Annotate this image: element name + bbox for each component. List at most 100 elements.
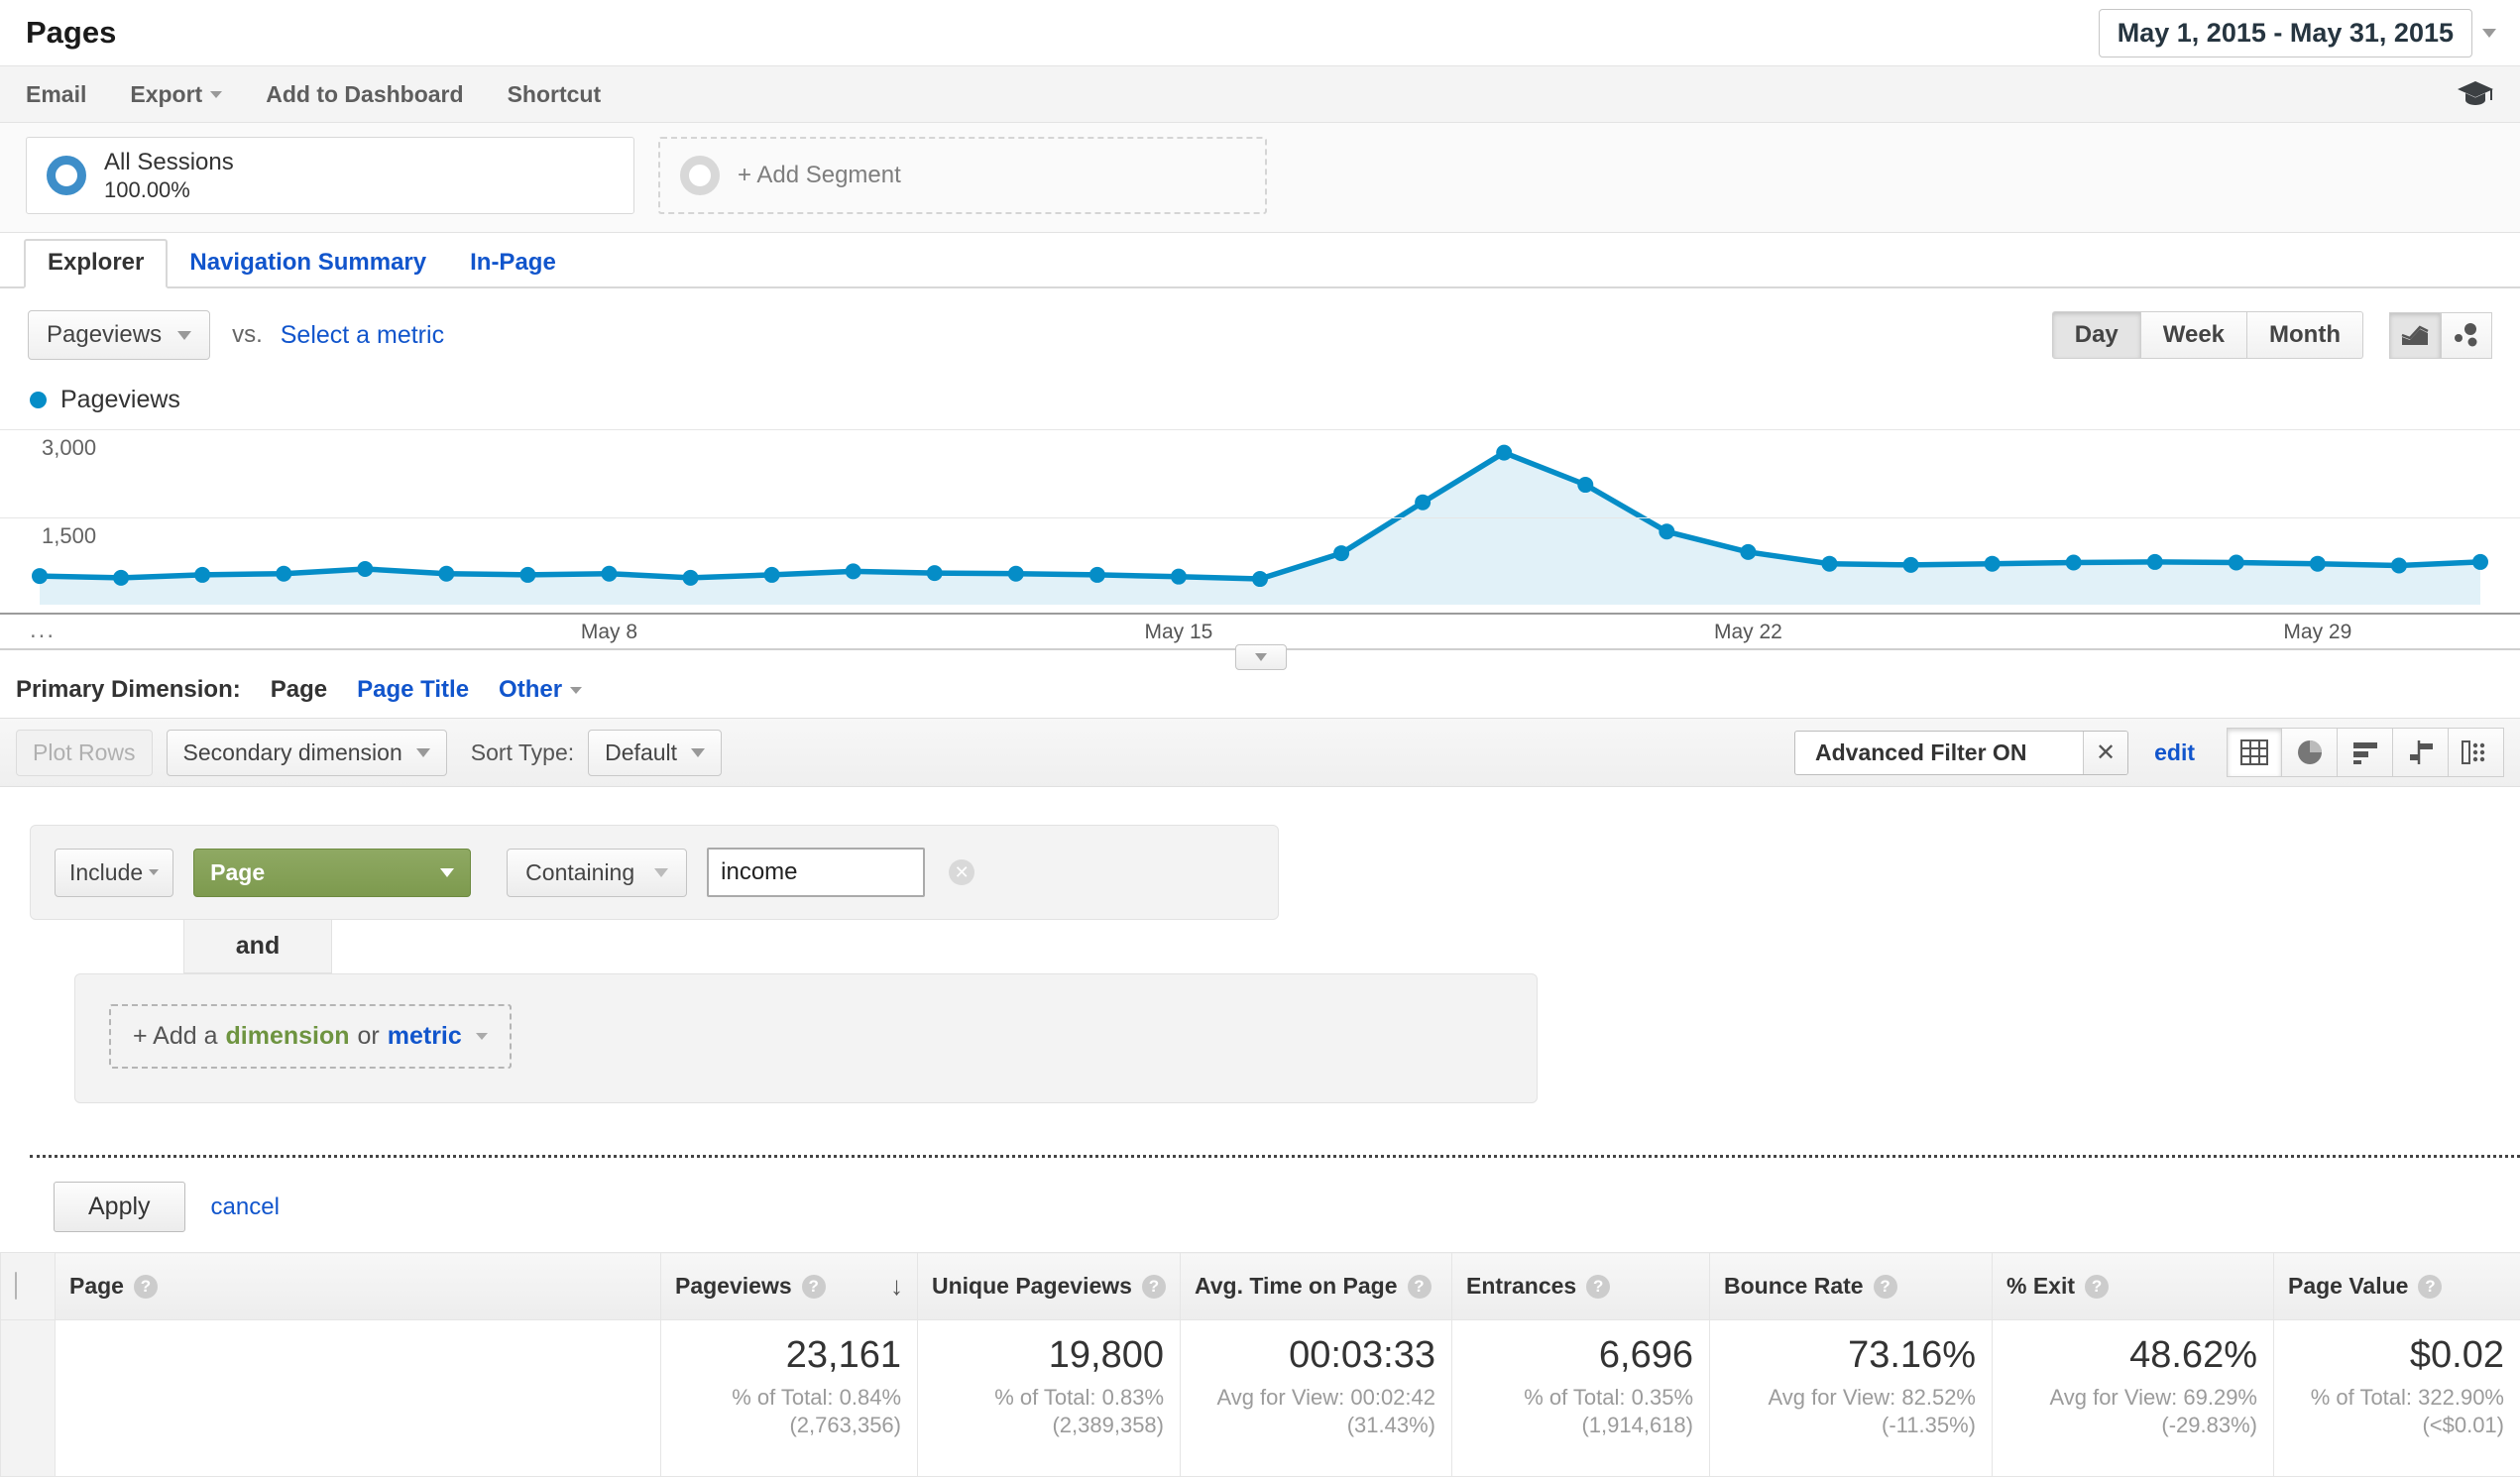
chart-data-point[interactable] xyxy=(113,570,129,586)
chart-data-point[interactable] xyxy=(846,563,861,579)
export-button[interactable]: Export xyxy=(130,81,222,108)
granularity-day-button[interactable]: Day xyxy=(2052,311,2141,359)
col-header-page-value[interactable]: Page Value xyxy=(2288,1273,2408,1300)
remove-filter-icon[interactable]: ✕ xyxy=(949,859,974,885)
tab-explorer[interactable]: Explorer xyxy=(24,239,168,288)
education-cap-icon[interactable] xyxy=(2457,79,2494,109)
chart-data-point[interactable] xyxy=(927,565,943,581)
add-dimension-or-metric-button[interactable]: + Add a dimension or metric xyxy=(109,1004,512,1069)
segment-all-sessions[interactable]: All Sessions 100.00% xyxy=(26,137,634,214)
metric-dropdown[interactable]: Pageviews xyxy=(28,310,210,360)
chart-data-point[interactable] xyxy=(764,567,780,583)
chart-data-point[interactable] xyxy=(1008,566,1024,582)
x-axis-tick-label: May 22 xyxy=(1714,621,1782,644)
granularity-month-button[interactable]: Month xyxy=(2247,311,2363,359)
apply-button[interactable]: Apply xyxy=(54,1182,185,1232)
chart-data-point[interactable] xyxy=(194,567,210,583)
chart-data-point[interactable] xyxy=(276,566,291,582)
pivot-view-icon[interactable] xyxy=(2449,728,2504,777)
chart-data-point[interactable] xyxy=(1252,571,1268,587)
chart-data-point[interactable] xyxy=(357,561,373,577)
plot-rows-button[interactable]: Plot Rows xyxy=(16,730,153,776)
edit-filter-link[interactable]: edit xyxy=(2154,739,2195,766)
chart-data-point[interactable] xyxy=(1985,556,2001,572)
help-icon[interactable]: ? xyxy=(2085,1275,2109,1299)
col-header-bounce-rate[interactable]: Bounce Rate xyxy=(1724,1273,1864,1300)
performance-view-icon[interactable] xyxy=(2338,728,2393,777)
add-segment-label: + Add Segment xyxy=(738,162,901,189)
chart-data-point[interactable] xyxy=(2391,557,2407,573)
date-range-picker[interactable]: May 1, 2015 - May 31, 2015 xyxy=(2099,9,2496,57)
chart-data-point[interactable] xyxy=(2229,555,2244,571)
chart-data-point[interactable] xyxy=(2472,554,2488,570)
chart-data-point[interactable] xyxy=(1333,545,1349,561)
chart-data-point[interactable] xyxy=(601,566,617,582)
col-header-pageviews[interactable]: Pageviews xyxy=(675,1273,792,1300)
dimension-page-title[interactable]: Page Title xyxy=(357,676,469,704)
date-range-value[interactable]: May 1, 2015 - May 31, 2015 xyxy=(2099,9,2472,57)
filter-field-dropdown[interactable]: Page xyxy=(193,849,471,897)
add-segment-button[interactable]: + Add Segment xyxy=(658,137,1267,214)
select-a-metric-link[interactable]: Select a metric xyxy=(281,321,444,350)
col-header-exit[interactable]: % Exit xyxy=(2006,1273,2075,1300)
chart-data-point[interactable] xyxy=(1740,544,1756,560)
chart-data-point[interactable] xyxy=(2310,556,2326,572)
help-icon[interactable]: ? xyxy=(134,1275,158,1299)
scrubber-handle[interactable] xyxy=(1235,644,1287,670)
percentage-view-icon[interactable] xyxy=(2282,728,2338,777)
chart-data-point[interactable] xyxy=(1903,557,1919,573)
chart-data-point[interactable] xyxy=(1415,495,1431,511)
motion-chart-icon[interactable] xyxy=(2441,312,2492,359)
cancel-link[interactable]: cancel xyxy=(211,1193,280,1221)
chart-data-point[interactable] xyxy=(438,566,454,582)
close-icon[interactable]: ✕ xyxy=(2083,732,2127,774)
col-header-entrances[interactable]: Entrances xyxy=(1466,1273,1576,1300)
comparison-view-icon[interactable] xyxy=(2393,728,2449,777)
tab-navigation-summary[interactable]: Navigation Summary xyxy=(168,241,448,286)
line-chart-icon[interactable] xyxy=(2389,312,2441,359)
help-icon[interactable]: ? xyxy=(802,1275,826,1299)
chart-data-point[interactable] xyxy=(519,567,535,583)
chart-data-point[interactable] xyxy=(1496,445,1512,461)
include-dropdown[interactable]: Include xyxy=(55,849,173,897)
dimension-other[interactable]: Other xyxy=(499,676,582,704)
chart-data-point[interactable] xyxy=(2066,555,2082,571)
summary-bounce-rate: 73.16% xyxy=(1726,1334,1976,1378)
col-header-page[interactable]: Page xyxy=(69,1273,124,1300)
add-to-dashboard-button[interactable]: Add to Dashboard xyxy=(266,81,463,108)
col-header-unique-pageviews[interactable]: Unique Pageviews xyxy=(932,1273,1132,1300)
secondary-dimension-dropdown[interactable]: Secondary dimension xyxy=(167,730,447,776)
add-metric-word: metric xyxy=(388,1022,462,1051)
caret-down-icon[interactable] xyxy=(2482,29,2496,38)
shortcut-button[interactable]: Shortcut xyxy=(508,81,602,108)
help-icon[interactable]: ? xyxy=(1586,1275,1610,1299)
data-view-icon[interactable] xyxy=(2227,728,2282,777)
chart-data-point[interactable] xyxy=(1171,569,1187,585)
metric-selector-row: Pageviews vs. Select a metric Day Week M… xyxy=(0,288,2520,360)
add-or-word: or xyxy=(358,1022,380,1051)
help-icon[interactable]: ? xyxy=(1408,1275,1432,1299)
help-icon[interactable]: ? xyxy=(1874,1275,1897,1299)
select-all-checkbox[interactable] xyxy=(15,1272,17,1300)
sort-type-dropdown[interactable]: Default xyxy=(588,730,722,776)
help-icon[interactable]: ? xyxy=(1142,1275,1166,1299)
chart-data-point[interactable] xyxy=(1659,523,1674,539)
dimension-page[interactable]: Page xyxy=(271,676,327,704)
sort-descending-icon[interactable]: ↓ xyxy=(890,1271,903,1302)
help-icon[interactable]: ? xyxy=(2418,1275,2442,1299)
chart-data-point[interactable] xyxy=(683,570,699,586)
summary-unique-sub: % of Total: 0.83% (2,389,358) xyxy=(934,1384,1164,1440)
filter-query-input[interactable] xyxy=(707,848,925,897)
chart-data-point[interactable] xyxy=(1089,567,1105,583)
summary-bounce-sub: Avg for View: 82.52% (-11.35%) xyxy=(1726,1384,1976,1440)
granularity-week-button[interactable]: Week xyxy=(2141,311,2247,359)
chart-data-point[interactable] xyxy=(32,568,48,584)
chart-data-point[interactable] xyxy=(2147,554,2163,570)
pageviews-chart[interactable]: 1,5003,000 xyxy=(0,424,2520,613)
tab-in-page[interactable]: In-Page xyxy=(448,241,578,286)
chart-data-point[interactable] xyxy=(1821,556,1837,572)
match-type-dropdown[interactable]: Containing xyxy=(507,849,687,897)
col-header-avg-time[interactable]: Avg. Time on Page xyxy=(1195,1273,1398,1300)
chart-data-point[interactable] xyxy=(1577,477,1593,493)
email-button[interactable]: Email xyxy=(26,81,86,108)
